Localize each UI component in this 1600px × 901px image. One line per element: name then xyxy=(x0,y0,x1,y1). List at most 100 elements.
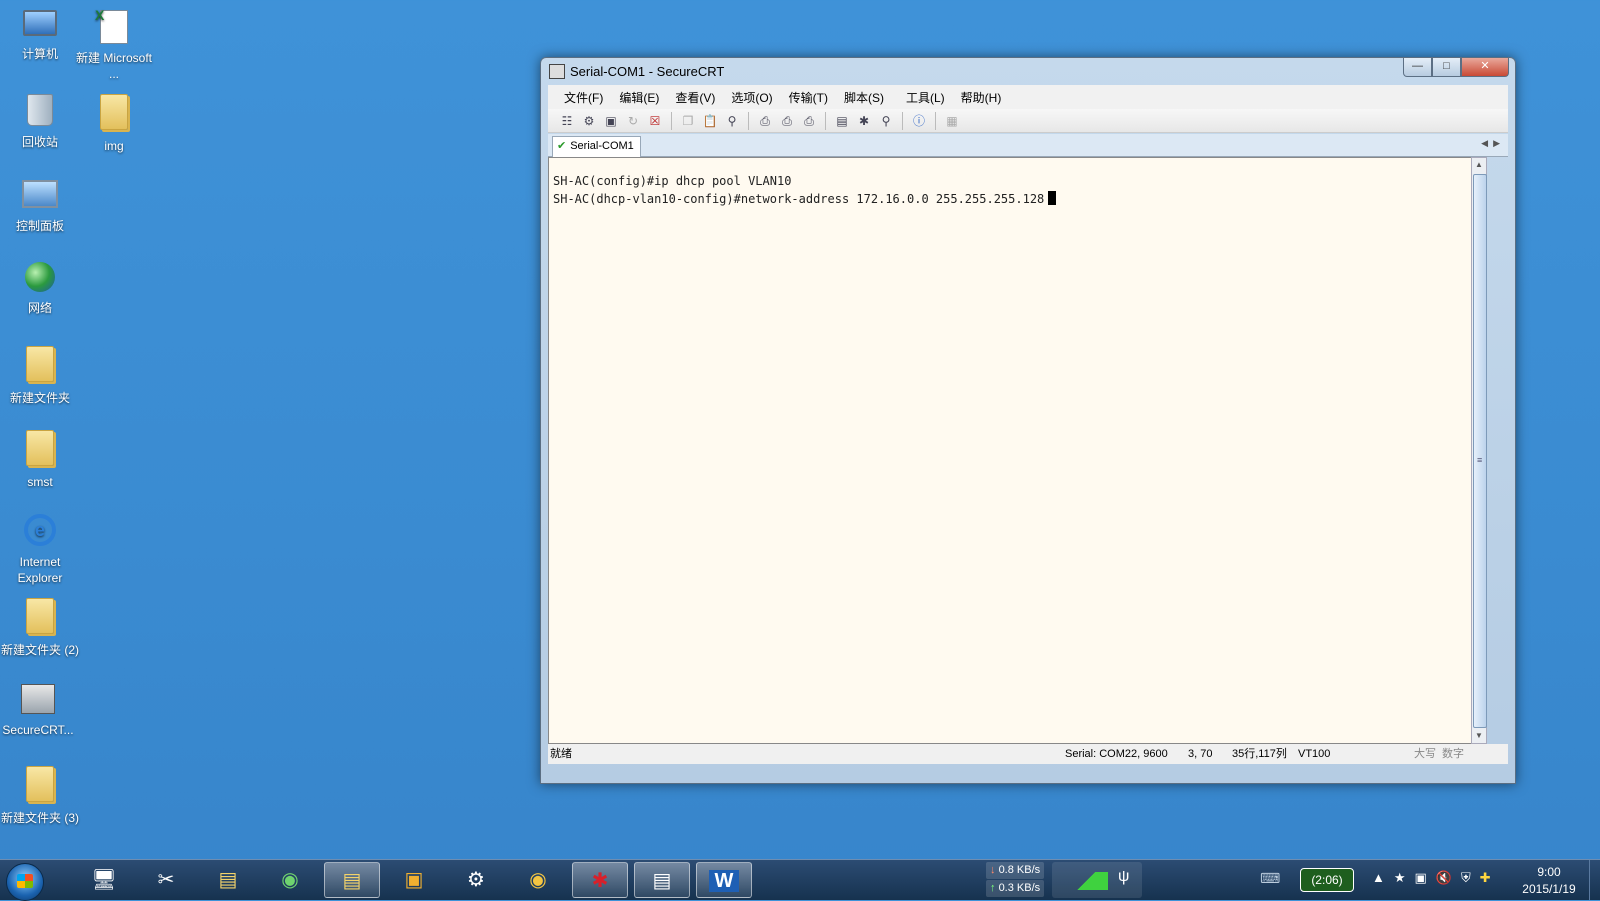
keymap-icon[interactable]: ⚲ xyxy=(877,113,895,129)
maximize-button[interactable]: □ xyxy=(1432,58,1461,77)
taskbar-chrome-app[interactable]: ◉ xyxy=(510,862,566,898)
desktop-icon-network[interactable]: 网络 xyxy=(0,256,80,316)
desktop-icon-securecrt[interactable]: SecureCRT... xyxy=(0,676,78,738)
menu-transfer[interactable]: 传输(T) xyxy=(781,89,836,106)
session-options-icon[interactable]: ▤ xyxy=(833,113,851,129)
desktop-icon-label: smst xyxy=(27,475,53,489)
volume-muted-icon[interactable]: 🔇 xyxy=(1436,870,1452,886)
scrollbar-thumb[interactable]: ≡ xyxy=(1473,174,1487,728)
print-setup-icon[interactable]: ⎙ xyxy=(778,113,796,129)
scroll-up-arrow-icon[interactable]: ▲ xyxy=(1472,158,1486,172)
quick-connect-icon[interactable]: ⚙ xyxy=(580,113,598,129)
scroll-down-arrow-icon[interactable]: ▼ xyxy=(1472,729,1486,743)
red-app-icon: ✱ xyxy=(591,870,609,892)
taskbar-clock[interactable]: 9:00 2015/1/19 xyxy=(1514,864,1584,898)
taskbar-browser-app[interactable]: ◉ xyxy=(262,862,318,898)
desktop-icon-control-panel[interactable]: 控制面板 xyxy=(0,172,80,234)
taskbar-computer-app[interactable]: 🖥 xyxy=(76,862,132,898)
taskbar-red-app[interactable]: ✱ xyxy=(572,862,628,898)
desktop-icon-label: 控制面板 xyxy=(15,219,64,233)
desktop-icon-excel[interactable]: 新建 Microsoft ... xyxy=(74,4,154,82)
print-icon[interactable]: ⎙ xyxy=(756,113,774,129)
desktop-icon-new-folder-2[interactable]: 新建文件夹 (2) xyxy=(0,592,80,658)
taskbar-explorer-app[interactable]: ▤ xyxy=(324,862,380,898)
copy-icon[interactable]: ❐ xyxy=(679,113,697,129)
toolbar: ☷ ⚙ ▣ ↻ ☒ ❐ 📋 ⚲ ⎙ ⎙ ⎙ ▤ ✱ ⚲ ⓘ ▦ xyxy=(548,109,1508,133)
connected-check-icon: ✔ xyxy=(557,140,567,152)
help-icon[interactable]: ⓘ xyxy=(910,113,928,129)
start-button[interactable] xyxy=(6,863,44,901)
status-bar: 就绪 Serial: COM22, 9600 3, 70 35行,117列 VT… xyxy=(548,744,1508,764)
securecrt-icon: ▤ xyxy=(652,870,672,892)
menu-tools[interactable]: 工具(L) xyxy=(898,89,953,106)
system-tray: ▲ ★ ▣ 🔇 ⛨ ✚ xyxy=(1372,870,1491,886)
shield-icon[interactable]: ⛨ xyxy=(1461,870,1471,886)
taskbar-securecrt-app[interactable]: ▤ xyxy=(634,862,690,898)
desktop-icon-computer[interactable]: 计算机 xyxy=(0,4,80,62)
computer-icon: 🖥 xyxy=(91,869,117,891)
paste-icon[interactable]: 📋 xyxy=(701,113,719,129)
toolbar-separator xyxy=(671,111,672,130)
desktop-icon-internet-explorer[interactable]: e Internet Explorer xyxy=(0,508,80,586)
minimize-button[interactable]: — xyxy=(1403,58,1432,77)
menu-help[interactable]: 帮助(H) xyxy=(953,89,1010,106)
tray-expand-icon[interactable]: ▲ xyxy=(1372,870,1385,886)
menu-script[interactable]: 脚本(S) xyxy=(836,89,892,106)
grip-icon: ≡ xyxy=(1477,455,1483,465)
vertical-scrollbar[interactable]: ▲ ≡ ▼ xyxy=(1471,157,1487,744)
desktop-icon-new-folder-3[interactable]: 新建文件夹 (3) xyxy=(0,760,80,826)
disconnect-icon[interactable]: ☒ xyxy=(646,113,664,129)
print-selection-icon[interactable]: ⎙ xyxy=(800,113,818,129)
securecrt-app-icon[interactable] xyxy=(549,64,565,79)
browser-icon: ◉ xyxy=(281,869,299,891)
update-icon[interactable]: ✚ xyxy=(1480,870,1491,886)
network-speed-widget[interactable]: ↓ 0.8 KB/s ↑ 0.3 KB/s xyxy=(986,862,1044,898)
show-desktop-button[interactable] xyxy=(1589,860,1600,900)
close-button[interactable]: ✕ xyxy=(1461,58,1509,77)
tab-serial-com1[interactable]: ✔ Serial-COM1 xyxy=(552,136,641,157)
menu-view[interactable]: 查看(V) xyxy=(667,89,723,106)
upload-speed-value: 0.3 KB/s xyxy=(998,882,1041,894)
title-bar[interactable]: Serial-COM1 - SecureCRT — □ ✕ xyxy=(541,58,1515,84)
connect-in-tab-icon[interactable]: ▣ xyxy=(602,113,620,129)
find-icon[interactable]: ⚲ xyxy=(723,113,741,129)
global-options-icon[interactable]: ✱ xyxy=(855,113,873,129)
taskbar-tool-app[interactable]: ⚙ xyxy=(448,862,504,898)
taskbar-snipping-app[interactable]: ✂ xyxy=(138,862,194,898)
terminal-area[interactable]: SH-AC(config)#ip dhcp pool VLAN10 SH-AC(… xyxy=(548,157,1472,744)
excel-file-icon xyxy=(95,7,128,44)
word-icon: W xyxy=(708,870,740,892)
battery-indicator[interactable]: (2:06) xyxy=(1300,868,1354,892)
keyboard-icon[interactable]: ⌨ xyxy=(1260,870,1280,887)
chrome-icon: ◉ xyxy=(529,869,547,891)
taskbar: 🖥 ✂ ▤ ◉ ▤ ▣ ⚙ ◉ ✱ ▤ W ↓ 0.8 KB/s ↑ 0.3 K… xyxy=(0,859,1600,901)
desktop-icon-smst[interactable]: smst xyxy=(0,424,80,490)
desktop-icon-label: SecureCRT... xyxy=(2,723,74,737)
menu-options[interactable]: 选项(O) xyxy=(723,89,780,106)
security-tray-icon[interactable]: ★ xyxy=(1394,870,1406,886)
reconnect-icon[interactable]: ↻ xyxy=(624,113,642,129)
taskbar-folder-app[interactable]: ▤ xyxy=(200,862,256,898)
securecrt-icon xyxy=(21,684,55,714)
desktop-icon-label: img xyxy=(104,139,124,153)
tool-app-icon: ⚙ xyxy=(467,869,485,891)
desktop-icon-img[interactable]: img xyxy=(74,88,154,154)
connect-icon[interactable]: ☷ xyxy=(558,113,576,129)
securecrt-window: Serial-COM1 - SecureCRT — □ ✕ 文件(F) 编辑(E… xyxy=(540,57,1516,784)
menu-edit[interactable]: 编辑(E) xyxy=(611,89,667,106)
desktop-icon-label: Internet Explorer xyxy=(17,555,63,585)
signal-widget[interactable]: ψ xyxy=(1052,862,1142,898)
desktop-icon-recycle-bin[interactable]: 回收站 xyxy=(0,88,80,150)
desktop-icon-new-folder[interactable]: 新建文件夹 xyxy=(0,340,80,406)
taskbar-outlook-app[interactable]: ▣ xyxy=(386,862,442,898)
terminal-line-current: SH-AC(dhcp-vlan10-config)#network-addres… xyxy=(553,191,1057,206)
network-tray-icon[interactable]: ▣ xyxy=(1415,870,1427,886)
desktop-icon-label: 计算机 xyxy=(21,47,58,61)
taskbar-word-app[interactable]: W xyxy=(696,862,752,898)
tab-scroll-arrows[interactable]: ◀ ▶ xyxy=(1481,138,1500,149)
download-speed-value: 0.8 KB/s xyxy=(998,864,1041,876)
sftp-icon[interactable]: ▦ xyxy=(943,113,961,129)
terminal-line: SH-AC(config)#ip dhcp pool VLAN10 xyxy=(553,174,792,188)
menu-file[interactable]: 文件(F) xyxy=(548,89,611,106)
folder-icon xyxy=(100,94,128,130)
